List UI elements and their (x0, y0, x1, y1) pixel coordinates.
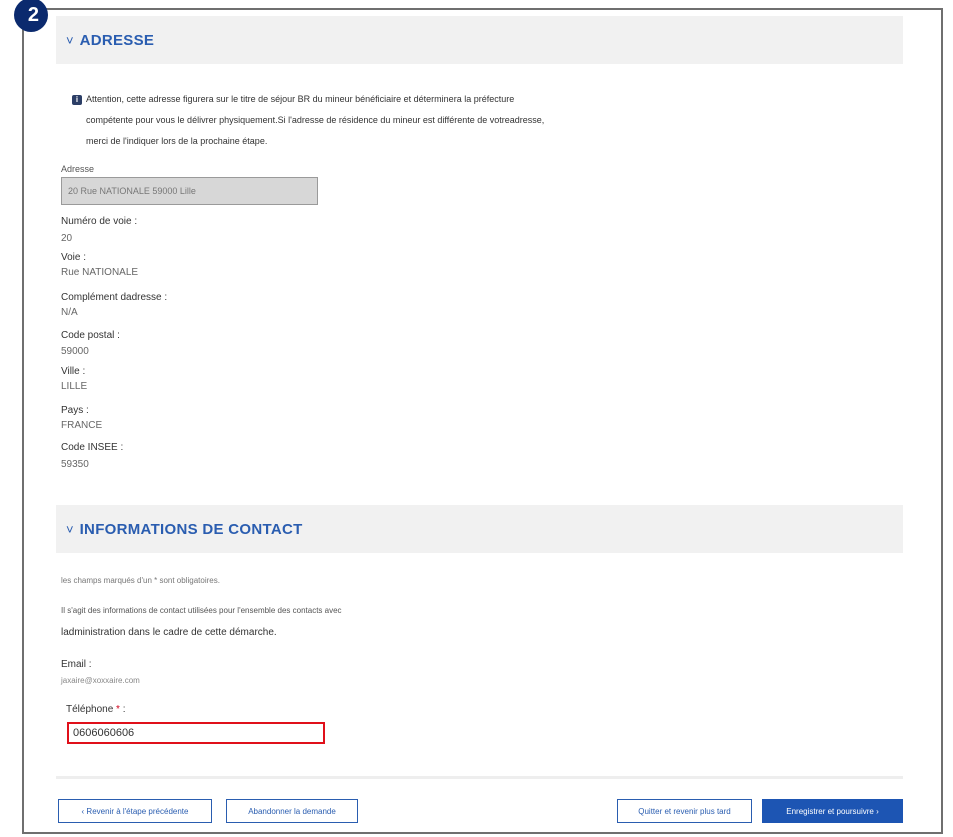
country-label: Pays : (61, 405, 89, 416)
chevron-down-icon: ˅ (66, 521, 74, 537)
email-label: Email : (61, 659, 92, 670)
phone-input[interactable] (67, 722, 325, 744)
contact-intro-line-1: Il s'agit des informations de contact ut… (61, 606, 342, 615)
country-value: FRANCE (61, 420, 103, 431)
street-value: Rue NATIONALE (61, 267, 139, 278)
warning-line-1: Attention, cette adresse figurera sur le… (86, 94, 515, 104)
insee-code-label: Code INSEE : (61, 442, 124, 453)
address-field: 20 Rue NATIONALE 59000 Lille (61, 177, 318, 205)
email-value: jaxaire@xoxxaire.com (61, 676, 140, 685)
required-fields-note: les champs marqués d'un * sont obligatoi… (61, 576, 220, 585)
street-label: Voie : (61, 252, 87, 263)
address-complement-value: N/A (61, 307, 78, 318)
adresse-section-title: ADRESSE (79, 31, 155, 49)
city-label: Ville : (61, 366, 86, 377)
street-number-label: Numéro de voie : (61, 216, 138, 227)
postal-code-label: Code postal : (61, 330, 120, 341)
warning-line-3: merci de l'indiquer lors de la prochaine… (86, 136, 268, 146)
postal-code-value: 59000 (61, 346, 89, 357)
step-badge: 2 (14, 0, 48, 32)
abandon-request-button[interactable]: Abandonner la demande (226, 799, 358, 823)
chevron-down-icon: ˅ (66, 32, 74, 48)
info-icon: i (72, 95, 82, 105)
address-field-label: Adresse (61, 164, 95, 174)
form-frame: 2 (14, 0, 943, 834)
city-value: LILLE (61, 381, 88, 392)
warning-line-2: compétente pour vous le délivrer physiqu… (86, 115, 545, 125)
save-continue-button[interactable]: Enregistrer et poursuivre › (762, 799, 903, 823)
street-number-value: 20 (61, 233, 73, 244)
divider (56, 776, 903, 779)
previous-step-button[interactable]: ‹ Revenir à l'étape précédente (58, 799, 212, 823)
contact-section-header[interactable]: ˅ INFORMATIONS DE CONTACT (56, 505, 903, 553)
address-complement-label: Complément dadresse : (61, 292, 168, 303)
adresse-section-header[interactable]: ˅ ADRESSE (56, 16, 903, 64)
quit-later-button[interactable]: Quitter et revenir plus tard (617, 799, 752, 823)
insee-code-value: 59350 (61, 459, 89, 470)
contact-intro-line-2: ladministration dans le cadre de cette d… (61, 627, 277, 638)
required-marker: * (116, 704, 120, 715)
contact-section-title: INFORMATIONS DE CONTACT (79, 520, 303, 538)
phone-label: Téléphone * : (66, 704, 126, 715)
